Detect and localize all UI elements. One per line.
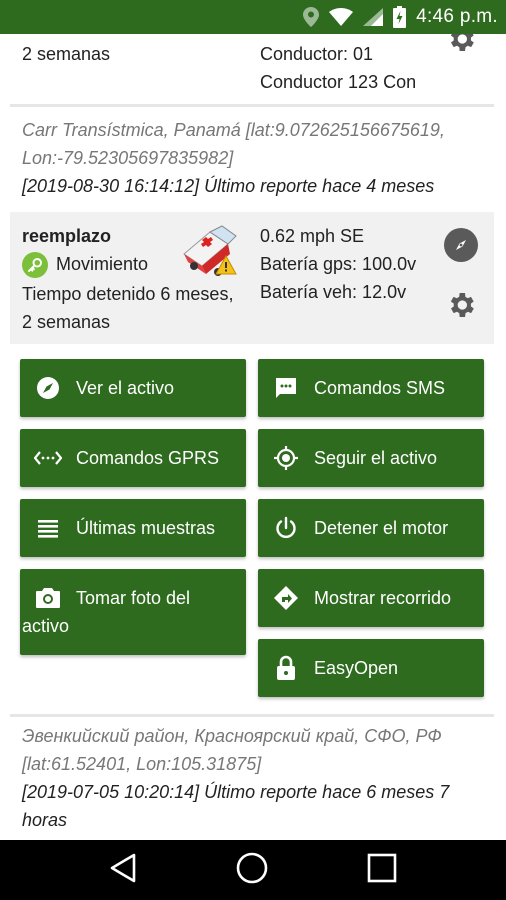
view-asset-label: Ver el activo xyxy=(76,377,175,398)
follow-asset-button[interactable]: Seguir el activo xyxy=(258,429,484,487)
follow-asset-label: Seguir el activo xyxy=(314,447,438,468)
camera-icon xyxy=(20,587,76,609)
easyopen-button[interactable]: EasyOpen xyxy=(258,639,484,697)
code-arrows-icon xyxy=(20,448,76,468)
sms-commands-label: Comandos SMS xyxy=(314,377,446,398)
gprs-commands-button[interactable]: Comandos GPRS xyxy=(20,429,246,487)
vehicle-battery: Batería veh: 12.0v xyxy=(260,282,407,302)
last-report: [2019-08-30 16:14:12] Último reporte hac… xyxy=(22,176,435,196)
navigation-bar xyxy=(0,840,506,900)
divider xyxy=(10,104,494,107)
signal-icon xyxy=(363,8,384,26)
stopped-time-cont: 2 semanas xyxy=(22,312,111,332)
status-time: 4:46 p.m. xyxy=(416,6,498,27)
settings-gear-icon[interactable] xyxy=(444,288,478,322)
key-icon xyxy=(22,252,48,278)
stopped-time: Tiempo detenido 6 meses, xyxy=(22,284,234,304)
asset-name: reemplazo xyxy=(22,226,112,246)
driver-id: Conductor: 01 xyxy=(260,44,374,64)
status-bar: 4:46 p.m. xyxy=(0,0,506,34)
take-photo-label-cont: activo xyxy=(22,616,70,636)
last-report-cont: horas xyxy=(22,810,68,830)
compass-icon xyxy=(20,376,76,400)
compass-icon[interactable] xyxy=(444,228,478,262)
home-icon[interactable] xyxy=(235,851,269,890)
address-line1: Эвенкийский район, Красноярский край, СФ… xyxy=(22,726,442,746)
latest-samples-button[interactable]: Últimas muestras xyxy=(20,499,246,557)
show-route-label: Mostrar recorrido xyxy=(314,587,452,608)
view-asset-button[interactable]: Ver el activo xyxy=(20,359,246,417)
speed-heading: 0.62 mph SE xyxy=(260,226,365,246)
take-photo-label: Tomar foto del xyxy=(76,587,191,608)
asset-list[interactable]: 2 semanas Conductor: 01 Conductor 123 Co… xyxy=(0,34,506,840)
latest-samples-label: Últimas muestras xyxy=(76,517,216,538)
ambulance-icon xyxy=(180,222,242,283)
show-route-button[interactable]: Mostrar recorrido xyxy=(258,569,484,627)
back-icon[interactable] xyxy=(109,853,137,888)
address-line2: Lon:-79.52305697835982] xyxy=(22,148,234,168)
gprs-commands-label: Comandos GPRS xyxy=(76,447,220,468)
sms-commands-button[interactable]: Comandos SMS xyxy=(258,359,484,417)
last-report: [2019-07-05 10:20:14] Último reporte hac… xyxy=(22,782,450,802)
recents-icon[interactable] xyxy=(367,853,397,888)
take-photo-button[interactable]: Tomar foto del activo xyxy=(20,569,246,655)
address-line2: [lat:61.52401, Lon:105.31875] xyxy=(22,754,262,774)
stop-engine-label: Detener el motor xyxy=(314,517,449,538)
driver-name: Conductor 123 Con xyxy=(260,72,417,92)
location-icon xyxy=(303,7,320,27)
crosshair-icon xyxy=(258,445,314,471)
list-icon xyxy=(20,518,76,538)
wifi-icon xyxy=(329,8,354,26)
power-icon xyxy=(258,516,314,540)
lock-icon xyxy=(258,655,314,681)
divider xyxy=(10,714,494,717)
gps-battery: Batería gps: 100.0v xyxy=(260,254,417,274)
address-line1: Carr Transístmica, Panamá [lat:9.0726251… xyxy=(22,120,445,140)
settings-gear-icon[interactable] xyxy=(444,34,478,56)
easyopen-label: EasyOpen xyxy=(314,657,399,678)
stop-engine-button[interactable]: Detener el motor xyxy=(258,499,484,557)
message-icon xyxy=(258,376,314,400)
stopped-duration-tail: 2 semanas xyxy=(22,44,111,64)
movement-status: Movimiento xyxy=(56,254,149,274)
directions-icon xyxy=(258,585,314,611)
battery-icon xyxy=(393,6,407,28)
